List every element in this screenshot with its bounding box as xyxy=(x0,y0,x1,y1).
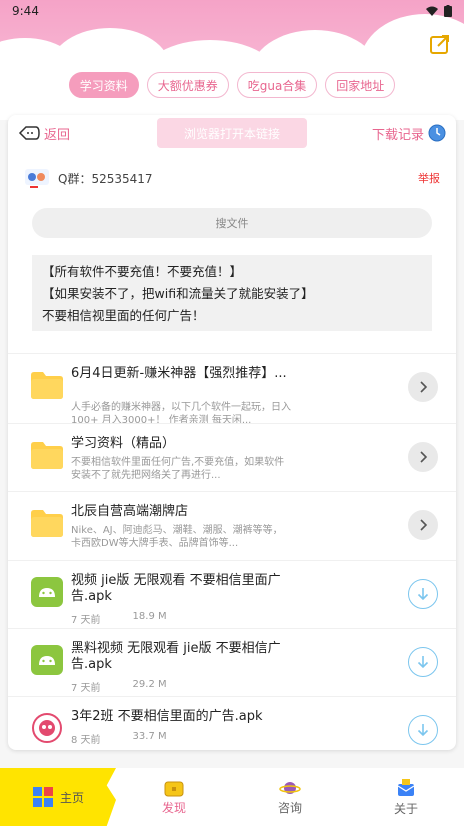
download-icon xyxy=(417,724,429,737)
list-item[interactable]: 视频 jie版 无限观看 不要相信里面广告.apk 7 天前 18.9 M xyxy=(8,560,456,626)
app-icon xyxy=(32,713,62,743)
download-record-button[interactable]: 下载记录 xyxy=(372,124,446,143)
report-link[interactable]: 举报 xyxy=(418,170,440,186)
content-card: 返回 下载记录 浏览器打开本链接 Q群：52535417 举报 搜文件 【所有软… xyxy=(8,115,456,750)
notice-line: 不要相信视里面的任何广告！ xyxy=(42,308,205,323)
item-time: 7 天前 xyxy=(71,683,101,694)
open-button[interactable] xyxy=(408,442,438,472)
download-icon xyxy=(417,656,429,669)
back-button[interactable]: 返回 xyxy=(18,124,70,143)
folder-icon xyxy=(31,372,63,399)
list-item[interactable]: 3年2班 不要相信里面的广告.apk 8 天前 33.7 M xyxy=(8,696,456,750)
chip-gossip[interactable]: 吃gua合集 xyxy=(236,72,318,98)
list-item[interactable]: 北辰自营高端潮牌店 Nike、AJ、阿迪彪马、潮鞋、潮服、潮裤等等，卡西欧DW等… xyxy=(8,491,456,557)
folder-icon xyxy=(31,510,63,537)
tab-consult[interactable]: 咨询 xyxy=(232,768,348,826)
chip-coupons[interactable]: 大额优惠券 xyxy=(146,72,229,98)
notice-box: 【所有软件不要充值！不要充值！】 【如果安装不了，把wifi和流量关了就能安装了… xyxy=(32,255,432,331)
item-meta: 8 天前 33.7 M xyxy=(71,731,167,746)
bottom-tab-bar: 主页 发现 咨询 关于 xyxy=(0,768,464,826)
status-time: 9:44 xyxy=(12,4,39,18)
list-item[interactable]: 学习资料（精品） 不要相信软件里面任何广告,不要充值，如果软件安装不了就先把网络… xyxy=(8,423,456,489)
avatar xyxy=(25,169,49,188)
tab-about[interactable]: 关于 xyxy=(348,768,464,826)
item-title: 视频 jie版 无限观看 不要相信里面广告.apk xyxy=(71,573,281,604)
download-button[interactable] xyxy=(408,579,438,609)
status-bar: 9:44 xyxy=(0,0,464,22)
wifi-icon xyxy=(426,6,438,16)
back-label: 返回 xyxy=(44,127,71,143)
tab-about-label: 关于 xyxy=(393,801,418,816)
battery-icon xyxy=(444,5,452,17)
qq-group-row: Q群：52535417 举报 xyxy=(8,165,456,191)
category-chips: 学习资料 大额优惠券 吃gua合集 回家地址 xyxy=(0,72,464,98)
item-meta: 7 天前 29.2 M xyxy=(71,679,167,694)
item-size: 18.9 M xyxy=(132,611,167,622)
tab-discover-label: 发现 xyxy=(161,800,186,815)
back-arrow-icon xyxy=(18,126,40,140)
item-time: 7 天前 xyxy=(71,615,101,626)
chevron-right-icon xyxy=(420,381,428,393)
open-button[interactable] xyxy=(408,372,438,402)
item-description: Nike、AJ、阿迪彪马、潮鞋、潮服、潮裤等等，卡西欧DW等大牌手表、品牌首饰等… xyxy=(71,525,283,549)
download-icon xyxy=(417,588,429,601)
chip-home-address[interactable]: 回家地址 xyxy=(325,72,396,98)
qq-group-text: Q群：52535417 xyxy=(58,171,153,186)
item-title: 学习资料（精品） xyxy=(71,436,176,451)
open-in-browser-button[interactable]: 浏览器打开本链接 xyxy=(157,118,307,148)
item-description: 不要相信软件里面任何广告,不要充值，如果软件安装不了就先把网络关了再进行... xyxy=(71,457,285,481)
tab-home[interactable]: 主页 xyxy=(0,768,116,826)
treasure-box-icon xyxy=(164,781,184,796)
android-icon xyxy=(31,577,63,607)
mailbox-icon xyxy=(397,778,415,796)
search-input[interactable]: 搜文件 xyxy=(32,208,432,238)
notice-line: 【所有软件不要充值！不要充值！】 xyxy=(42,264,243,279)
item-title: 3年2班 不要相信里面的广告.apk xyxy=(71,709,263,724)
download-button[interactable] xyxy=(408,647,438,677)
android-icon xyxy=(31,645,63,675)
tab-home-label: 主页 xyxy=(59,790,84,805)
tab-consult-label: 咨询 xyxy=(277,800,302,815)
list-item[interactable]: 6月4日更新-赚米神器【强烈推荐】... 人手必备的赚米神器，以下几个软件一起玩… xyxy=(8,353,456,426)
chip-study-materials[interactable]: 学习资料 xyxy=(68,72,139,98)
item-title: 北辰自营高端潮牌店 xyxy=(71,504,189,519)
open-button[interactable] xyxy=(408,510,438,540)
chevron-right-icon xyxy=(420,451,428,463)
item-size: 33.7 M xyxy=(132,731,167,742)
item-meta: 7 天前 18.9 M xyxy=(71,611,167,626)
tab-discover[interactable]: 发现 xyxy=(116,768,232,826)
planet-icon xyxy=(279,781,301,794)
item-title: 黑料视频 无限观看 jie版 不要相信广告.apk xyxy=(71,641,281,672)
grid-icon xyxy=(32,787,53,807)
chevron-right-icon xyxy=(420,519,428,531)
list-item[interactable]: 黑料视频 无限观看 jie版 不要相信广告.apk 7 天前 29.2 M xyxy=(8,628,456,694)
download-button[interactable] xyxy=(408,715,438,745)
item-title: 6月4日更新-赚米神器【强烈推荐】... xyxy=(71,366,287,381)
download-record-label: 下载记录 xyxy=(371,127,424,143)
item-size: 29.2 M xyxy=(132,679,167,690)
clock-icon xyxy=(428,124,446,142)
folder-icon xyxy=(31,442,63,469)
item-time: 8 天前 xyxy=(71,735,101,746)
notice-line: 【如果安装不了，把wifi和流量关了就能安装了】 xyxy=(42,286,314,301)
share-icon[interactable] xyxy=(428,32,452,56)
